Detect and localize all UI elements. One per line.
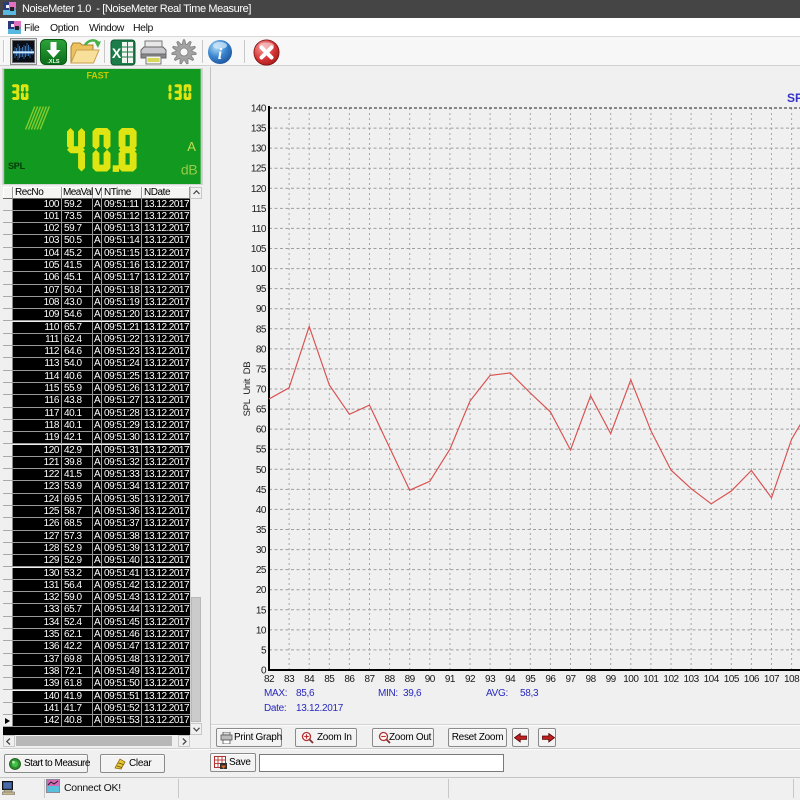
svg-text:140: 140 (251, 104, 267, 115)
svg-text:90: 90 (256, 304, 267, 315)
svg-text:Date:: Date: (264, 703, 286, 714)
svg-text:30: 30 (256, 545, 267, 556)
svg-text:80: 80 (256, 344, 267, 355)
svg-text:88: 88 (385, 674, 396, 685)
svg-text:92: 92 (465, 674, 476, 685)
svg-text:10: 10 (256, 625, 267, 636)
svg-text:A: A (187, 139, 196, 154)
svg-text:FAST: FAST (87, 71, 110, 81)
svg-text:85,6: 85,6 (296, 688, 315, 699)
svg-text:89: 89 (405, 674, 416, 685)
svg-text:98: 98 (586, 674, 597, 685)
svg-text:104: 104 (704, 674, 720, 685)
svg-text:50: 50 (256, 465, 267, 476)
svg-text:108: 108 (784, 674, 800, 685)
svg-text:i: i (218, 46, 223, 63)
svg-text:135: 135 (251, 124, 267, 135)
svg-text:SPL: SPL (787, 91, 800, 105)
svg-text:106: 106 (744, 674, 760, 685)
svg-text:70: 70 (256, 385, 267, 396)
svg-text:MIN:: MIN: (378, 688, 398, 699)
svg-text:90: 90 (425, 674, 436, 685)
svg-text:87: 87 (364, 674, 375, 685)
svg-text:85: 85 (256, 324, 267, 335)
svg-text:AVG:: AVG: (486, 688, 508, 699)
svg-text:100: 100 (251, 264, 267, 275)
svg-text:94: 94 (505, 674, 516, 685)
svg-text:60: 60 (256, 425, 267, 436)
svg-text:103: 103 (684, 674, 700, 685)
svg-text:100: 100 (623, 674, 639, 685)
svg-text:20: 20 (256, 585, 267, 596)
svg-text:83: 83 (284, 674, 295, 685)
svg-text:97: 97 (565, 674, 576, 685)
svg-text:107: 107 (764, 674, 780, 685)
svg-text:120: 120 (251, 184, 267, 195)
svg-text:99: 99 (606, 674, 617, 685)
svg-text:115: 115 (252, 204, 267, 215)
svg-text:125: 125 (251, 164, 267, 175)
svg-text:75: 75 (256, 364, 267, 375)
svg-text:MAX:: MAX: (264, 688, 287, 699)
svg-text:82: 82 (264, 674, 275, 685)
svg-text:86: 86 (344, 674, 355, 685)
svg-text:85: 85 (324, 674, 335, 685)
svg-text:96: 96 (545, 674, 556, 685)
svg-text:25: 25 (256, 565, 267, 576)
svg-text:95: 95 (256, 284, 267, 295)
svg-text:dB: dB (181, 162, 198, 178)
svg-text:105: 105 (724, 674, 740, 685)
svg-text:.XLS: .XLS (47, 59, 60, 65)
svg-text:105: 105 (251, 244, 267, 255)
svg-text:58,3: 58,3 (520, 688, 539, 699)
svg-text:45: 45 (256, 485, 267, 496)
svg-text:84: 84 (304, 674, 315, 685)
svg-text:130: 130 (251, 144, 267, 155)
svg-text:93: 93 (485, 674, 496, 685)
svg-text:102: 102 (663, 674, 679, 685)
svg-text:X: X (112, 45, 122, 61)
svg-text:55: 55 (256, 445, 267, 456)
svg-text:65: 65 (256, 405, 267, 416)
svg-text:101: 101 (643, 674, 659, 685)
svg-text:40: 40 (256, 505, 267, 516)
svg-text:15: 15 (256, 605, 267, 616)
svg-text:SPL: SPL (8, 161, 26, 171)
svg-text:SPL Unit DB: SPL Unit DB (242, 362, 253, 417)
svg-text:39,6: 39,6 (403, 688, 422, 699)
svg-text:110: 110 (252, 224, 267, 235)
svg-text:5: 5 (261, 645, 267, 656)
svg-text:95: 95 (525, 674, 536, 685)
svg-text:35: 35 (256, 525, 267, 536)
svg-text:91: 91 (445, 674, 456, 685)
svg-text:13.12.2017: 13.12.2017 (296, 703, 344, 714)
